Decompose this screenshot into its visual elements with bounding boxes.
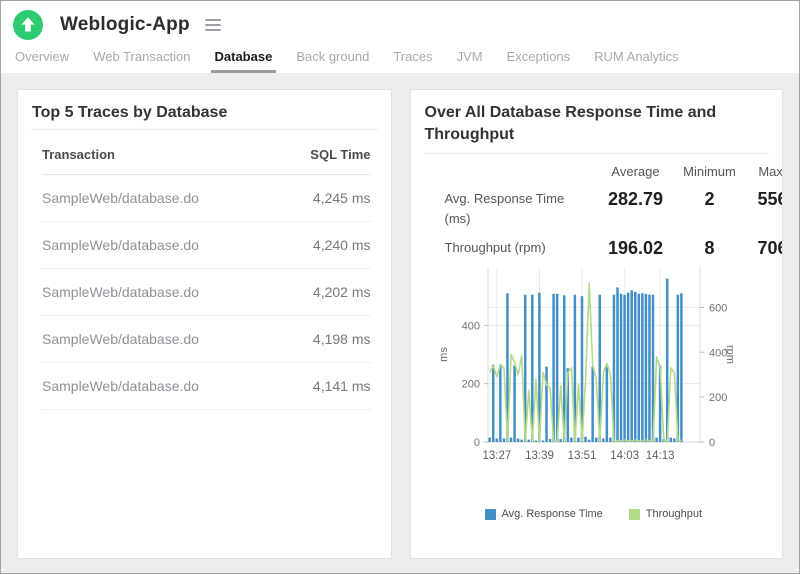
tab-exceptions[interactable]: Exceptions [507,49,571,64]
throughput-maximum: 706 [741,238,784,259]
app-header: Weblogic-App Overview Web Transaction Da… [1,1,799,73]
stats-row-label-avg-response-time: Avg. Response Time (ms) [445,189,593,228]
stats-row-label-throughput: Throughput (rpm) [445,238,593,258]
stats-header-maximum: Maximum [755,164,784,179]
sql-time-cell: 4,198 ms [279,315,370,362]
tab-web-transaction[interactable]: Web Transaction [93,49,190,64]
svg-text:13:27: 13:27 [482,450,511,462]
tab-jvm[interactable]: JVM [457,49,483,64]
transaction-cell: SampleWeb/database.do [42,315,279,362]
svg-text:0: 0 [709,437,715,449]
throughput-average: 196.02 [593,238,679,259]
hamburger-menu-icon[interactable] [202,16,224,34]
legend-swatch-blue-icon [485,509,496,520]
top-traces-panel-title: Top 5 Traces by Database [32,102,377,124]
svg-text:200: 200 [461,379,479,391]
sql-time-cell: 4,245 ms [279,174,370,221]
table-row[interactable]: SampleWeb/database.do 4,198 ms [42,315,371,362]
table-row[interactable]: SampleWeb/database.do 4,240 ms [42,221,371,268]
svg-text:400: 400 [461,321,479,333]
chart-area: 0200400020040060013:2713:3913:5114:0314:… [411,263,783,468]
table-row[interactable]: SampleWeb/database.do 4,141 ms [42,362,371,409]
avg-response-time-minimum: 2 [679,189,741,210]
transaction-cell: SampleWeb/database.do [42,362,279,409]
tab-bar: Overview Web Transaction Database Back g… [1,41,799,73]
svg-text:14:03: 14:03 [610,450,639,462]
transaction-cell: SampleWeb/database.do [42,268,279,315]
legend-avg-response-time[interactable]: Avg. Response Time [485,508,603,520]
sql-time-cell: 4,141 ms [279,362,370,409]
app-status-up-icon [13,10,43,40]
stats-table: Average Minimum Maximum Avg. Response Ti… [445,164,783,259]
response-throughput-chart[interactable]: 0200400020040060013:2713:3913:5114:0314:… [411,263,783,463]
stats-header-minimum: Minimum [679,164,741,179]
column-header-sql-time: SQL Time [279,134,370,175]
svg-text:rpm: rpm [724,345,736,364]
tab-traces[interactable]: Traces [393,49,432,64]
traces-table: Transaction SQL Time SampleWeb/database.… [42,134,371,410]
sql-time-cell: 4,202 ms [279,268,370,315]
avg-response-time-average: 282.79 [593,189,679,210]
sql-time-cell: 4,240 ms [279,221,370,268]
legend-throughput[interactable]: Throughput [629,508,702,520]
tab-background[interactable]: Back ground [296,49,369,64]
svg-text:13:51: 13:51 [567,450,596,462]
svg-text:600: 600 [709,303,727,315]
transaction-cell: SampleWeb/database.do [42,174,279,221]
tab-database[interactable]: Database [215,49,273,64]
svg-text:13:39: 13:39 [525,450,554,462]
dashboard-content: Top 5 Traces by Database Transaction SQL… [1,73,799,574]
column-header-transaction: Transaction [42,134,279,175]
svg-text:0: 0 [473,437,479,449]
svg-text:ms: ms [438,347,450,362]
app-title: Weblogic-App [60,14,190,36]
svg-text:200: 200 [709,392,727,404]
avg-response-time-maximum: 556 [741,189,784,210]
svg-text:14:13: 14:13 [645,450,674,462]
table-row[interactable]: SampleWeb/database.do 4,202 ms [42,268,371,315]
chart-legend: Avg. Response Time Throughput [485,508,783,520]
apm-dashboard-window: Weblogic-App Overview Web Transaction Da… [0,0,800,574]
panel-divider [424,153,770,154]
transaction-cell: SampleWeb/database.do [42,221,279,268]
throughput-minimum: 8 [679,238,741,259]
top-traces-panel: Top 5 Traces by Database Transaction SQL… [17,89,392,559]
legend-swatch-green-icon [629,509,640,520]
stats-header-average: Average [593,164,679,179]
response-throughput-panel-title: Over All Database Response Time and Thro… [425,102,755,145]
table-row[interactable]: SampleWeb/database.do 4,245 ms [42,174,371,221]
tab-rum-analytics[interactable]: RUM Analytics [594,49,679,64]
panel-divider [31,129,378,130]
response-throughput-panel: Over All Database Response Time and Thro… [410,89,784,559]
tab-overview[interactable]: Overview [15,49,69,64]
